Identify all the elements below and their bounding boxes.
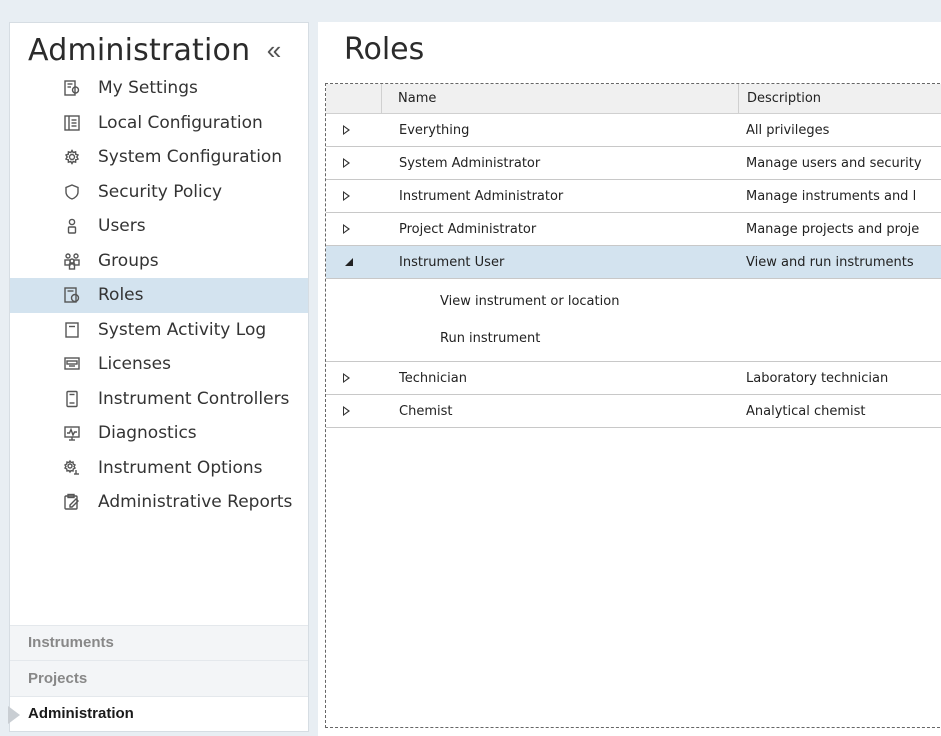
admin-nav-list: My Settings Local Configuration System Con… (10, 71, 308, 520)
workspace-tab-projects[interactable]: Projects (10, 660, 308, 696)
expander-cell[interactable] (326, 114, 381, 146)
active-indicator-arrow-icon (8, 705, 20, 724)
instrument-options-icon (62, 458, 82, 478)
expand-arrow-icon[interactable] (343, 125, 350, 135)
column-header-name[interactable]: Name (381, 84, 738, 113)
sidebar-item-instrument-options[interactable]: Instrument Options (10, 451, 308, 486)
grid-body: Everything All privileges System Administr… (326, 114, 941, 428)
sidebar-item-label: Users (98, 216, 146, 237)
license-icon (62, 354, 82, 374)
shield-icon (62, 182, 82, 202)
sidebar-item-security-policy[interactable]: Security Policy (10, 175, 308, 210)
sidebar-item-label: Security Policy (98, 181, 223, 202)
sidebar-item-label: Licenses (98, 354, 171, 375)
expand-arrow-icon[interactable] (343, 191, 350, 201)
column-header-description[interactable]: Description (738, 84, 941, 113)
role-name-cell: Project Administrator (399, 221, 537, 237)
sidebar-item-my-settings[interactable]: My Settings (10, 71, 308, 106)
table-row[interactable]: Project Administrator Manage projects and… (326, 213, 941, 246)
role-description-cell: View and run instruments (746, 254, 914, 270)
page-title: Roles (344, 32, 425, 67)
workspace-nav: Instruments Projects Administration (8, 624, 308, 731)
table-row[interactable]: Everything All privileges (326, 114, 941, 147)
workspace-tab-label: Projects (28, 669, 88, 687)
expand-arrow-icon[interactable] (343, 224, 350, 234)
roles-icon (62, 285, 82, 305)
expander-column-header (326, 84, 381, 113)
privilege-item: View instrument or location (440, 294, 620, 309)
role-name-cell: Instrument User (399, 254, 505, 270)
expand-arrow-icon[interactable] (343, 406, 350, 416)
table-row[interactable]: System Administrator Manage users and sec… (326, 147, 941, 180)
sidebar-item-diagnostics[interactable]: Diagnostics (10, 416, 308, 451)
user-icon (62, 216, 82, 236)
workspace-tab-label: Instruments (28, 634, 114, 652)
expander-cell[interactable] (326, 180, 381, 212)
sidebar-item-label: Instrument Controllers (98, 388, 290, 409)
sidebar-item-label: System Activity Log (98, 319, 267, 340)
expander-cell[interactable] (326, 362, 381, 394)
sidebar-item-label: Diagnostics (98, 423, 197, 444)
sidebar-item-instrument-controllers[interactable]: Instrument Controllers (10, 382, 308, 417)
expander-cell[interactable] (326, 246, 381, 278)
expand-arrow-icon[interactable] (343, 373, 350, 383)
gear-icon (62, 147, 82, 167)
role-name-cell: Technician (399, 370, 467, 386)
table-row[interactable]: Technician Laboratory technician (326, 362, 941, 395)
role-privileges-list: View instrument or location Run instrumen… (326, 279, 941, 362)
sidebar-item-licenses[interactable]: Licenses (10, 347, 308, 382)
workspace-tab-administration[interactable]: Administration (8, 695, 308, 731)
expander-cell[interactable] (326, 395, 381, 427)
sidebar-item-local-configuration[interactable]: Local Configuration (10, 106, 308, 141)
report-icon (62, 492, 82, 512)
role-name-cell: Chemist (399, 403, 453, 419)
privilege-item: Run instrument (440, 331, 541, 346)
role-description-cell: All privileges (746, 122, 830, 138)
role-description-cell: Analytical chemist (746, 403, 866, 419)
sidebar-item-label: System Configuration (98, 147, 283, 168)
sidebar-item-label: Groups (98, 250, 159, 271)
diagnostics-icon (62, 423, 82, 443)
main-panel: Roles Name Description Everything All pri… (318, 22, 941, 736)
sidebar-item-label: Roles (98, 285, 144, 306)
sidebar-item-roles[interactable]: Roles (10, 278, 308, 313)
workspace-tab-label: Administration (28, 705, 134, 723)
role-name-cell: Instrument Administrator (399, 188, 564, 204)
table-row[interactable]: Instrument User View and run instruments (326, 246, 941, 279)
sidebar-item-label: My Settings (98, 78, 198, 99)
expander-cell[interactable] (326, 213, 381, 245)
sidebar-item-label: Instrument Options (98, 457, 263, 478)
log-icon (62, 320, 82, 340)
sidebar-item-groups[interactable]: Groups (10, 244, 308, 279)
sidebar-item-administrative-reports[interactable]: Administrative Reports (10, 485, 308, 520)
role-description-cell: Manage projects and proje (746, 221, 920, 237)
settings-profile-icon (62, 78, 82, 98)
expander-cell[interactable] (326, 147, 381, 179)
role-name-cell: System Administrator (399, 155, 541, 171)
controller-icon (62, 389, 82, 409)
role-description-cell: Manage users and security (746, 155, 922, 171)
collapse-sidebar-button[interactable]: « (260, 35, 288, 66)
role-description-cell: Manage instruments and l (746, 188, 917, 204)
grid-header: Name Description (326, 84, 941, 114)
role-description-cell: Laboratory technician (746, 370, 889, 386)
local-config-icon (62, 113, 82, 133)
sidebar-item-system-configuration[interactable]: System Configuration (10, 140, 308, 175)
sidebar-item-system-activity-log[interactable]: System Activity Log (10, 313, 308, 348)
workspace-tab-instruments[interactable]: Instruments (10, 624, 308, 660)
table-row[interactable]: Chemist Analytical chemist (326, 395, 941, 428)
roles-grid[interactable]: Name Description Everything All privilege… (325, 83, 941, 728)
sidebar-item-label: Administrative Reports (98, 492, 293, 513)
expand-arrow-icon[interactable] (343, 158, 350, 168)
group-icon (62, 251, 82, 271)
sidebar-title: Administration (28, 33, 251, 68)
admin-sidebar: Administration « My Settings Local Config… (8, 22, 309, 732)
sidebar-item-users[interactable]: Users (10, 209, 308, 244)
role-name-cell: Everything (399, 122, 470, 138)
sidebar-item-label: Local Configuration (98, 112, 263, 133)
collapse-arrow-icon[interactable] (345, 258, 353, 266)
table-row[interactable]: Instrument Administrator Manage instrumen… (326, 180, 941, 213)
